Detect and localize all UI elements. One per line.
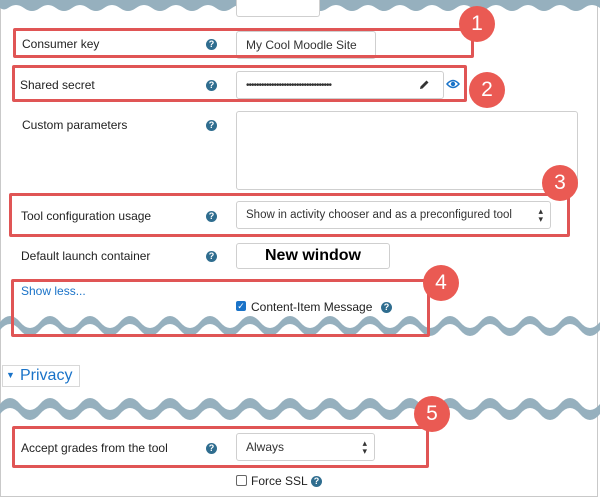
help-icon[interactable]: ? [206,120,217,131]
cropped-input [236,0,320,17]
collapse-arrow-icon: ▼ [6,370,15,380]
highlight-box-5 [12,426,429,468]
step-badge-4: 4 [423,265,459,301]
step-badge-3: 3 [542,165,578,201]
privacy-section-header[interactable]: ▼ Privacy [2,365,80,387]
default-launch-container-value: New window [265,247,361,264]
force-ssl-label: Force SSL [251,474,308,488]
step-badge-1: 1 [459,6,495,42]
default-launch-container-label: Default launch container [21,249,151,263]
custom-parameters-label: Custom parameters [22,118,128,132]
privacy-section-title: Privacy [20,367,73,384]
highlight-box-2 [12,65,467,102]
highlight-box-4 [11,279,430,337]
highlight-box-3 [9,193,570,237]
force-ssl-checkbox[interactable] [236,475,247,486]
torn-edge-lower [0,398,600,420]
step-badge-5: 5 [414,396,450,432]
help-icon[interactable]: ? [206,251,217,262]
highlight-box-1 [13,28,474,58]
default-launch-container-select[interactable]: New window [236,243,390,269]
custom-parameters-textarea[interactable] [236,111,578,190]
step-badge-2: 2 [469,72,505,108]
help-icon[interactable]: ? [311,476,322,487]
